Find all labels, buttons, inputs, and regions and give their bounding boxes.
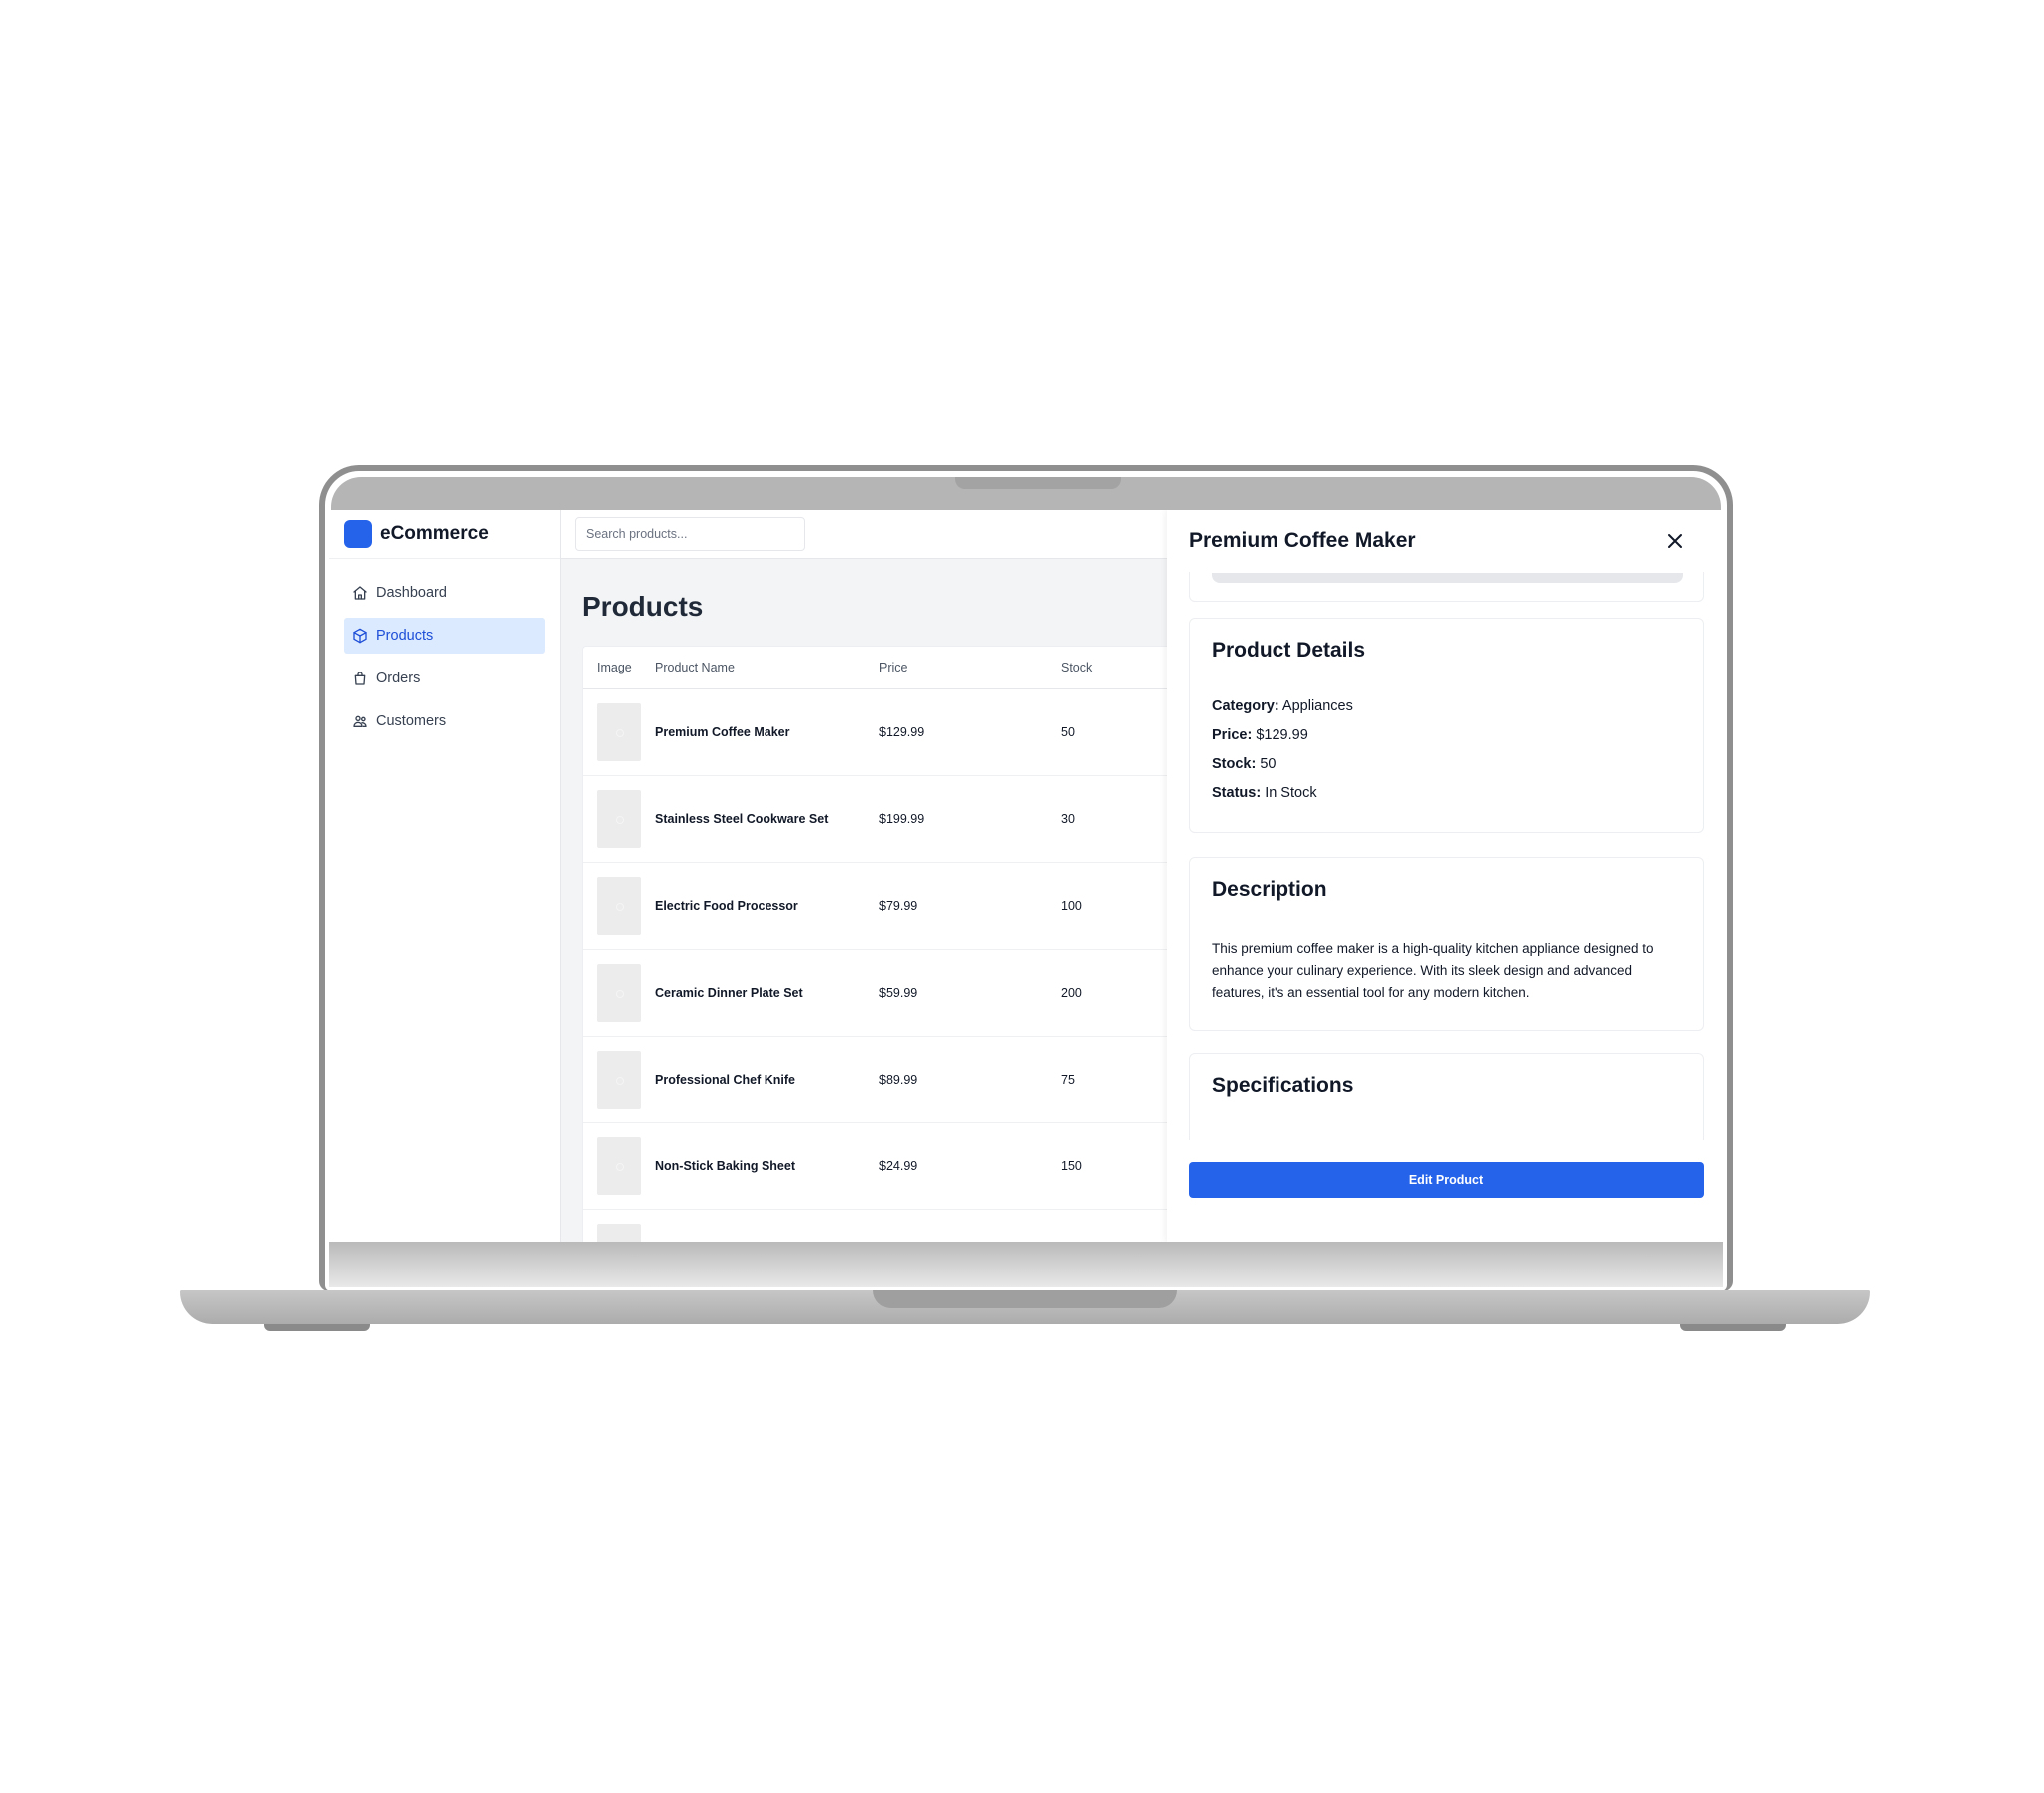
product-image-section (1189, 572, 1704, 602)
detail-value: Appliances (1281, 698, 1353, 714)
price-cell: $199.99 (879, 812, 925, 826)
image-placeholder-bar (1212, 573, 1683, 583)
price-cell: $79.99 (879, 899, 918, 913)
price-cell: $59.99 (879, 986, 918, 1000)
product-thumbnail (597, 1224, 641, 1242)
specifications-section: Specifications (1189, 1053, 1704, 1140)
product-thumbnail (597, 1137, 641, 1195)
stock-cell: 100 (1061, 899, 1082, 913)
detail-price: Price: $129.99 (1212, 727, 1681, 756)
stock-cell: 50 (1061, 725, 1075, 739)
column-header-price[interactable]: Price (879, 661, 1061, 674)
detail-list: Category: Appliances Price: $129.99 Stoc… (1212, 698, 1681, 814)
image-cell (583, 790, 655, 848)
sidebar-nav: Dashboard Products Orders Customers (329, 559, 560, 739)
product-name-cell: Non-Stick Baking Sheet (655, 1159, 795, 1173)
detail-stock: Stock: 50 (1212, 756, 1681, 785)
panel-header: Premium Coffee Maker (1167, 510, 1723, 572)
stock-cell: 30 (1061, 812, 1075, 826)
detail-label: Stock: (1212, 756, 1257, 772)
search-input[interactable] (575, 517, 805, 551)
panel-scroll-area[interactable]: Product Details Category: Appliances Pri… (1189, 572, 1704, 1140)
price-cell: $89.99 (879, 1073, 918, 1087)
stock-cell: 200 (1061, 986, 1082, 1000)
sidebar-item-label: Dashboard (376, 585, 447, 601)
detail-status: Status: In Stock (1212, 785, 1681, 814)
product-name-cell: Electric Food Processor (655, 899, 798, 913)
price-cell: $129.99 (879, 725, 925, 739)
product-name-cell: Professional Chef Knife (655, 1073, 795, 1087)
laptop-foot-left (264, 1324, 370, 1331)
brand[interactable]: eCommerce (329, 510, 560, 559)
product-name-cell: Premium Coffee Maker (655, 725, 790, 739)
brand-name: eCommerce (380, 523, 489, 544)
close-icon (1668, 534, 1682, 548)
section-title: Specifications (1212, 1074, 1354, 1097)
detail-label: Status: (1212, 785, 1262, 801)
sidebar-item-customers[interactable]: Customers (344, 703, 545, 739)
box-icon (353, 628, 367, 644)
image-cell (583, 964, 655, 1022)
product-thumbnail (597, 877, 641, 935)
sidebar-item-label: Products (376, 628, 434, 644)
product-thumbnail (597, 1051, 641, 1109)
product-name-cell: Stainless Steel Cookware Set (655, 812, 829, 826)
brand-logo (344, 520, 372, 548)
sidebar-item-label: Customers (376, 713, 447, 729)
product-detail-panel: Premium Coffee Maker Product Details Cat… (1167, 510, 1723, 1242)
detail-label: Price: (1212, 727, 1253, 743)
sidebar-item-orders[interactable]: Orders (344, 661, 545, 696)
column-header-image[interactable]: Image (583, 661, 655, 674)
sidebar-item-label: Orders (376, 671, 421, 686)
product-thumbnail (597, 703, 641, 761)
base-groove (873, 1290, 1177, 1308)
detail-value: 50 (1260, 756, 1277, 772)
laptop-foot-right (1680, 1324, 1786, 1331)
detail-value: In Stock (1265, 785, 1317, 801)
product-name-cell: Ceramic Dinner Plate Set (655, 986, 803, 1000)
screen-chin (329, 1242, 1723, 1287)
product-thumbnail (597, 790, 641, 848)
shopping-bag-icon (354, 672, 366, 685)
price-cell: $24.99 (879, 1159, 918, 1173)
sidebar-item-dashboard[interactable]: Dashboard (344, 575, 545, 611)
image-cell (583, 1051, 655, 1109)
product-thumbnail (597, 964, 641, 1022)
page-title: Products (582, 591, 704, 622)
screen: eCommerce Dashboard Products Orders Cust… (329, 510, 1723, 1242)
description-section: Description This premium coffee maker is… (1189, 857, 1704, 1031)
home-icon (353, 586, 367, 600)
users-icon (353, 715, 367, 727)
section-title: Product Details (1212, 639, 1366, 662)
image-cell (583, 877, 655, 935)
edit-product-button[interactable]: Edit Product (1189, 1162, 1704, 1198)
detail-category: Category: Appliances (1212, 698, 1681, 727)
image-cell (583, 703, 655, 761)
description-text: This premium coffee maker is a high-qual… (1212, 941, 1654, 1000)
column-header-product-name[interactable]: Product Name (655, 661, 879, 674)
product-details-section: Product Details Category: Appliances Pri… (1189, 618, 1704, 833)
panel-title: Premium Coffee Maker (1189, 529, 1416, 552)
image-cell (583, 1224, 655, 1242)
camera-notch (955, 477, 1121, 489)
detail-label: Category: (1212, 698, 1279, 714)
laptop-base (180, 1290, 1870, 1324)
close-button[interactable] (1665, 531, 1685, 551)
section-title: Description (1212, 878, 1327, 901)
sidebar: eCommerce Dashboard Products Orders Cust… (329, 510, 561, 1242)
stock-cell: 150 (1061, 1159, 1082, 1173)
column-header-stock[interactable]: Stock (1061, 661, 1161, 674)
sidebar-item-products[interactable]: Products (344, 618, 545, 654)
detail-value: $129.99 (1256, 727, 1308, 743)
stock-cell: 75 (1061, 1073, 1075, 1087)
image-cell (583, 1137, 655, 1195)
